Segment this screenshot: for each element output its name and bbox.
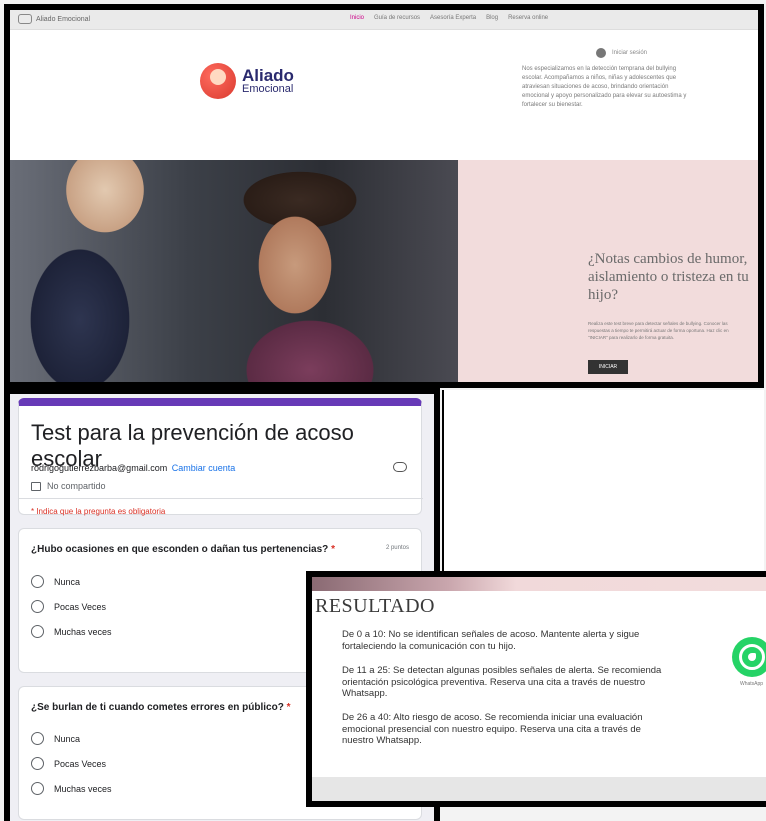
result-range-high: De 26 a 40: Alto riesgo de acoso. Se rec… (342, 712, 643, 746)
option-label: Pocas Veces (54, 758, 107, 769)
result-range-mid: De 11 a 25: Se detectan algunas posibles… (342, 665, 662, 699)
option-label: Nunca (54, 733, 81, 744)
website-panel: Aliado Emocional Inicio Guía de recursos… (4, 4, 764, 388)
account-email: rodrigogutierrezbarba@gmail.com (31, 463, 168, 473)
result-banner-strip (312, 577, 766, 591)
site-tagline: Nos especializamos en la detección tempr… (522, 66, 687, 108)
option-pocas-veces[interactable]: Pocas Veces (31, 757, 106, 770)
logo-title: Aliado (242, 66, 294, 85)
hero-photo (10, 160, 458, 382)
result-range-low: De 0 a 10: No se identifican señales de … (342, 629, 640, 652)
heart-logo-icon (200, 63, 236, 99)
option-muchas-veces[interactable]: Muchas veces (31, 625, 112, 638)
whatsapp-icon (739, 644, 765, 670)
user-icon (596, 48, 606, 58)
question-text: ¿Hubo ocasiones en que esconden o dañan … (31, 544, 329, 555)
nav-item-asesoria[interactable]: Asesoría Experta (430, 15, 476, 21)
login-link[interactable]: Iniciar sesión (596, 48, 647, 58)
divider (19, 498, 423, 499)
not-shared-icon (31, 481, 41, 491)
header-brand-label: Aliado Emocional (36, 15, 91, 23)
question-title: ¿Se burlan de ti cuando cometes errores … (31, 702, 291, 713)
option-nunca[interactable]: Nunca (31, 732, 80, 745)
result-panel: RESULTADO De 0 a 10: No se identifican s… (306, 571, 766, 807)
option-nunca[interactable]: Nunca (31, 575, 80, 588)
site-header-bar: Aliado Emocional Inicio Guía de recursos… (10, 10, 758, 30)
switch-account-link[interactable]: Cambiar cuenta (172, 463, 236, 473)
nav-item-blog[interactable]: Blog (486, 15, 498, 21)
option-label: Muchas veces (54, 783, 112, 794)
whatsapp-label: WhatsApp (740, 681, 764, 687)
radio-button[interactable] (31, 625, 44, 638)
required-note: * Indica que la pregunta es obligatoria (31, 507, 166, 516)
option-label: Muchas veces (54, 626, 112, 637)
result-footer-strip (312, 777, 766, 801)
option-label: Nunca (54, 576, 81, 587)
nav-item-reserva[interactable]: Reserva online (508, 15, 548, 21)
cloud-icon[interactable] (393, 462, 407, 472)
collage: Aliado Emocional Inicio Guía de recursos… (0, 0, 766, 821)
option-label: Pocas Veces (54, 601, 107, 612)
blank-area (442, 390, 764, 578)
option-muchas-veces[interactable]: Muchas veces (31, 782, 112, 795)
question-text: ¿Se burlan de ti cuando cometes errores … (31, 702, 284, 713)
site-nav: Inicio Guía de recursos Asesoría Experta… (350, 15, 548, 21)
brand-logo-icon (18, 14, 32, 24)
required-mark: * (286, 702, 291, 713)
nav-item-inicio[interactable]: Inicio (350, 15, 364, 21)
radio-button[interactable] (31, 732, 44, 745)
result-page: RESULTADO De 0 a 10: No se identifican s… (312, 577, 766, 801)
required-mark: * (331, 544, 335, 555)
radio-button[interactable] (31, 575, 44, 588)
question-title: ¿Hubo ocasiones en que esconden o dañan … (31, 544, 335, 555)
option-pocas-veces[interactable]: Pocas Veces (31, 600, 106, 613)
hero-copy-panel: ¿Notas cambios de humor, aislamiento o t… (458, 160, 758, 382)
hero-section: ¿Notas cambios de humor, aislamiento o t… (10, 160, 758, 382)
form-header-card: Test para la prevención de acoso escolar… (18, 398, 423, 516)
logo-subtitle: Emocional (242, 83, 294, 95)
radio-button[interactable] (31, 757, 44, 770)
header-brand[interactable]: Aliado Emocional (18, 14, 90, 24)
share-status: No compartido (31, 481, 106, 491)
nav-item-recursos[interactable]: Guía de recursos (374, 15, 420, 21)
question-points: 2 puntos (385, 545, 409, 551)
radio-button[interactable] (31, 782, 44, 795)
not-shared-label: No compartido (47, 481, 106, 491)
result-title: RESULTADO (315, 595, 435, 617)
login-label: Iniciar sesión (612, 50, 648, 56)
hero-question: ¿Notas cambios de humor, aislamiento o t… (588, 251, 749, 303)
hero-description: Realiza este test breve para detectar se… (588, 321, 729, 340)
radio-button[interactable] (31, 600, 44, 613)
start-button[interactable]: INICIAR (588, 360, 628, 374)
site-logo[interactable]: Aliado Emocional (200, 63, 294, 99)
account-line: rodrigogutierrezbarba@gmail.com Cambiar … (31, 463, 235, 473)
whatsapp-button[interactable] (732, 637, 766, 677)
website-page: Aliado Emocional Inicio Guía de recursos… (10, 10, 758, 382)
